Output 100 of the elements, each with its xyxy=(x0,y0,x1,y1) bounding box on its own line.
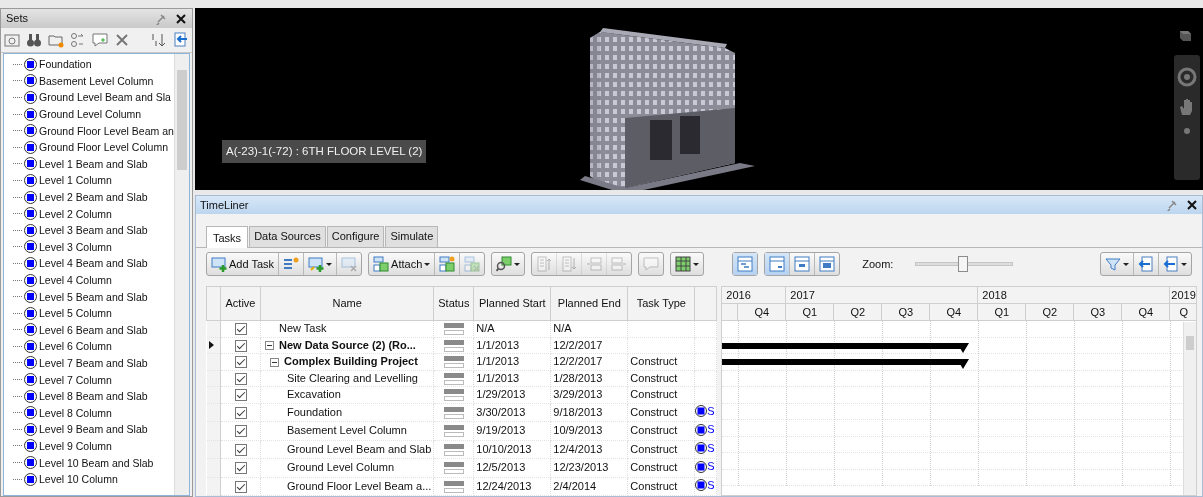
set-icon xyxy=(24,57,37,71)
attached-set[interactable]: S xyxy=(707,440,715,456)
set-icon xyxy=(24,422,37,436)
expander-icon[interactable] xyxy=(265,341,274,351)
boxes-x-icon xyxy=(464,256,481,272)
delete-icon[interactable] xyxy=(114,32,130,48)
status-icon xyxy=(443,389,464,402)
column-header[interactable]: Planned End xyxy=(550,286,628,321)
set-icon xyxy=(24,456,37,470)
task-name: Ground Floor Level Beam a... xyxy=(287,479,432,492)
scrollbar[interactable] xyxy=(1183,322,1197,495)
year-header: 2018 xyxy=(978,287,1171,303)
set-icon xyxy=(24,439,37,453)
set-item[interactable]: Level 7 Beam and Slab xyxy=(13,354,174,372)
pin-icon[interactable] xyxy=(155,12,167,25)
column-header[interactable]: Active xyxy=(220,286,261,321)
set-item[interactable]: Level 5 Beam and Slab xyxy=(13,288,174,305)
zoom-slider[interactable] xyxy=(915,256,1014,272)
quarter-header: Q2 xyxy=(1026,304,1075,320)
set-item[interactable]: Basement Level Column xyxy=(13,72,174,90)
set-item[interactable]: Level 10 Column xyxy=(13,470,174,488)
caret-icon xyxy=(514,262,521,266)
set-item[interactable]: Level 10 Beam and Slab xyxy=(13,454,174,471)
set-icon xyxy=(24,223,37,237)
attached-set[interactable]: S xyxy=(707,477,715,493)
status-icon xyxy=(443,356,464,369)
table-cell: 1/28/2013 xyxy=(550,370,628,387)
set-item[interactable]: Level 9 Column xyxy=(13,437,174,455)
attach-button[interactable]: Attach xyxy=(369,253,436,275)
table-cell: Construct xyxy=(630,479,678,492)
set-item[interactable]: Level 6 Column xyxy=(13,338,174,355)
set-item[interactable]: Level 4 Column xyxy=(13,271,174,289)
binoculars-icon[interactable] xyxy=(26,32,42,48)
set-item[interactable]: Level 2 Column xyxy=(13,205,174,222)
set-icon xyxy=(695,442,708,454)
table-cell: 3/30/2013 xyxy=(473,403,551,422)
checkbox[interactable] xyxy=(234,462,247,475)
summary-bar[interactable] xyxy=(722,359,969,369)
folder-icon[interactable] xyxy=(48,32,64,48)
checkbox[interactable] xyxy=(234,389,247,402)
set-item[interactable]: Level 2 Beam and Slab xyxy=(13,188,174,206)
column-header[interactable]: Name xyxy=(260,286,434,321)
checkbox[interactable] xyxy=(234,406,247,419)
close-icon[interactable] xyxy=(1186,199,1198,211)
checkbox[interactable] xyxy=(234,443,247,456)
set-item[interactable]: Level 3 Column xyxy=(13,238,174,256)
set-item[interactable]: Ground Floor Level Beam an xyxy=(13,122,174,139)
column-header[interactable]: Status xyxy=(433,286,474,321)
steering-wheel-icon[interactable] xyxy=(1177,67,1197,87)
checkbox[interactable] xyxy=(234,339,247,352)
set-item[interactable]: Ground Floor Level Column xyxy=(13,138,174,156)
boxes-icon xyxy=(373,256,390,272)
column-header[interactable]: Planned Start xyxy=(473,286,551,321)
set-item[interactable]: Level 4 Beam and Slab xyxy=(13,255,174,272)
set-item[interactable]: Level 6 Beam and Slab xyxy=(13,321,174,339)
set-item[interactable]: Level 5 Column xyxy=(13,304,174,322)
column-header[interactable]: Task Type xyxy=(627,286,695,321)
pin-icon[interactable] xyxy=(1166,199,1178,211)
attached-set[interactable]: S xyxy=(707,459,715,474)
tab[interactable]: Configure xyxy=(326,226,385,247)
view-cube-icon[interactable] xyxy=(1177,28,1193,43)
set-item[interactable]: Ground Level Column xyxy=(13,105,174,123)
tab[interactable]: Simulate xyxy=(385,226,439,247)
gantt-toggle-button[interactable] xyxy=(733,253,758,275)
set-item[interactable]: Foundation xyxy=(13,56,174,73)
checkbox[interactable] xyxy=(234,425,247,438)
checkbox[interactable] xyxy=(234,480,247,493)
comment-icon[interactable] xyxy=(92,32,108,48)
close-icon[interactable] xyxy=(175,12,187,25)
add-task-button[interactable]: Add Task xyxy=(207,253,280,275)
sort-icon[interactable] xyxy=(150,32,166,48)
set-item[interactable]: Level 3 Beam and Slab xyxy=(13,221,174,239)
table-cell: 9/19/2013 xyxy=(473,421,551,440)
tab[interactable]: Tasks xyxy=(206,226,249,248)
checkbox[interactable] xyxy=(234,323,247,336)
checkbox[interactable] xyxy=(234,372,247,385)
dot-icon[interactable] xyxy=(1183,127,1191,135)
actual-view-button[interactable] xyxy=(765,253,791,275)
import-icon[interactable] xyxy=(172,32,188,48)
set-item[interactable]: Level 1 Column xyxy=(13,172,174,189)
attached-set[interactable]: S xyxy=(707,422,715,437)
set-item[interactable]: Level 8 Column xyxy=(13,404,174,422)
tab[interactable]: Data Sources xyxy=(249,226,326,247)
link-icon[interactable] xyxy=(70,32,86,48)
slider-thumb[interactable] xyxy=(958,256,969,272)
task-name: Site Clearing and Levelling xyxy=(287,371,418,384)
checkbox[interactable] xyxy=(234,356,247,369)
expander-icon[interactable] xyxy=(270,357,279,367)
scrollbar[interactable] xyxy=(174,54,189,495)
set-item[interactable]: Level 9 Beam and Slab xyxy=(13,421,174,438)
attached-set[interactable]: S xyxy=(707,403,715,419)
set-item[interactable]: Ground Level Beam and Sla xyxy=(13,89,174,106)
camera-icon[interactable] xyxy=(4,32,20,48)
set-item[interactable]: Level 1 Beam and Slab xyxy=(13,155,174,173)
set-item[interactable]: Level 8 Beam and Slab xyxy=(13,387,174,405)
monitor-plus-icon xyxy=(211,256,227,272)
set-icon xyxy=(24,107,37,121)
task-name: Complex Building Project xyxy=(284,355,418,368)
set-item[interactable]: Level 7 Column xyxy=(13,371,174,388)
table-cell: 12/2/2017 xyxy=(550,353,628,370)
